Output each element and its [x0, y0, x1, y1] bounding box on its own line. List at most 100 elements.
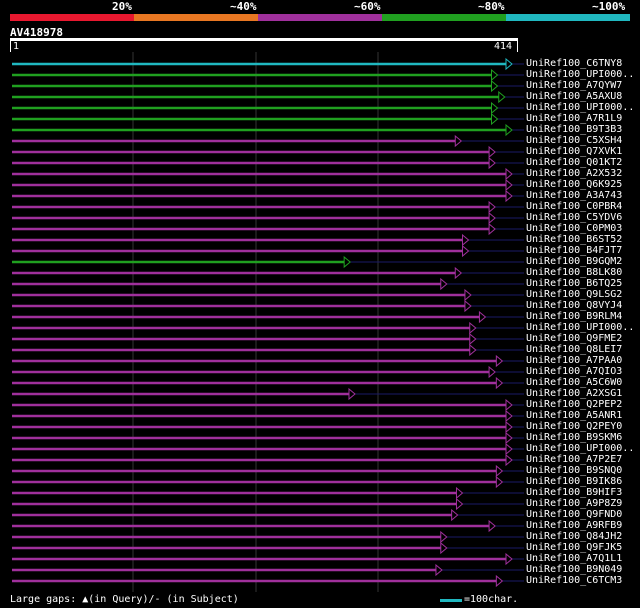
hit-arrowhead-icon	[469, 332, 477, 346]
scale-label-2: ~40%	[230, 0, 257, 13]
ruler-start-label: 1	[13, 41, 20, 52]
hit-arrowhead-icon	[495, 475, 504, 489]
ruler-end-tick	[517, 38, 518, 52]
hit-label[interactable]: UniRef100_Q7XVK1	[526, 146, 638, 157]
hit-arrowhead-icon	[469, 343, 477, 357]
hit-label[interactable]: UniRef100_Q9FJK5	[526, 542, 638, 553]
hit-label[interactable]: UniRef100_Q6K925	[526, 179, 638, 190]
hit-arrowhead-icon	[440, 541, 448, 555]
hit-label[interactable]: UniRef100_A7QIO3	[526, 366, 638, 377]
hit-label[interactable]: UniRef100_B8LK80	[526, 267, 638, 278]
hit-arrowhead-icon	[505, 409, 513, 423]
hit-arrowhead-icon	[505, 189, 513, 203]
hit-arrowhead-icon	[478, 310, 487, 324]
hit-label[interactable]: UniRef100_UPI000..	[526, 69, 638, 80]
hit-label[interactable]: UniRef100_C5YDV6	[526, 212, 638, 223]
hit-label[interactable]: UniRef100_B9SNQ0	[526, 465, 638, 476]
scale-segment-4	[382, 14, 506, 21]
hit-arrowhead-icon	[488, 222, 496, 236]
legend-scale-text: =100char.	[464, 594, 519, 605]
hit-label[interactable]: UniRef100_A7Q1L1	[526, 553, 638, 564]
scale-segment-5	[506, 14, 630, 21]
hit-label[interactable]: UniRef100_A7P2E7	[526, 454, 638, 465]
hit-arrowhead-icon	[505, 431, 513, 445]
hit-label[interactable]: UniRef100_B6TQ25	[526, 278, 638, 289]
hit-arrowhead-icon	[469, 321, 477, 335]
hit-arrowhead-icon	[488, 211, 496, 225]
hit-label[interactable]: UniRef100_Q01KT2	[526, 157, 638, 168]
hit-label[interactable]: UniRef100_C6TNY8	[526, 58, 638, 69]
hit-label[interactable]: UniRef100_A5ANR1	[526, 410, 638, 421]
hit-label[interactable]: UniRef100_B9GQM2	[526, 256, 638, 267]
hit-label[interactable]: UniRef100_C6TCM3	[526, 575, 638, 586]
legend-swatch	[440, 599, 462, 602]
hit-label[interactable]: UniRef100_B6ST52	[526, 234, 638, 245]
hit-arrowhead-icon	[491, 79, 499, 93]
hit-arrowhead-icon	[462, 244, 470, 258]
hit-arrowhead-icon	[348, 387, 356, 401]
hit-label[interactable]: UniRef100_C5XSH4	[526, 135, 638, 146]
hit-label[interactable]: UniRef100_Q9FND0	[526, 509, 638, 520]
hit-arrowhead-icon	[498, 90, 506, 104]
ruler-line	[10, 38, 518, 41]
hit-label[interactable]: UniRef100_B9T3B3	[526, 124, 638, 135]
hit-arrowhead-icon	[505, 398, 513, 412]
hit-arrowhead-icon	[435, 563, 443, 577]
hit-arrowhead-icon	[505, 178, 513, 192]
hit-label[interactable]: UniRef100_C0PM03	[526, 223, 638, 234]
hit-arrowhead-icon	[505, 420, 513, 434]
hit-label[interactable]: UniRef100_Q2PEP2	[526, 399, 638, 410]
scale-label-3: ~60%	[354, 0, 381, 13]
hit-label[interactable]: UniRef100_UPI000..	[526, 443, 638, 454]
hit-label[interactable]: UniRef100_A7QYW7	[526, 80, 638, 91]
hit-label[interactable]: UniRef100_Q8LEI7	[526, 344, 638, 355]
hit-label[interactable]: UniRef100_B4FJT7	[526, 245, 638, 256]
hit-label[interactable]: UniRef100_UPI000..	[526, 102, 638, 113]
hit-label[interactable]: UniRef100_B9N049	[526, 564, 638, 575]
hit-label[interactable]: UniRef100_B9HIF3	[526, 487, 638, 498]
hit-arrowhead-icon	[491, 68, 499, 82]
hit-arrowhead-icon	[488, 519, 496, 533]
hit-label[interactable]: UniRef100_A3A743	[526, 190, 638, 201]
hit-label[interactable]: UniRef100_A7PAA0	[526, 355, 638, 366]
hit-arrowhead-icon	[451, 508, 459, 522]
hit-label[interactable]: UniRef100_UPI000..	[526, 322, 638, 333]
hit-label[interactable]: UniRef100_B9SKM6	[526, 432, 638, 443]
hit-label[interactable]: UniRef100_C0PBR4	[526, 201, 638, 212]
hit-arrowhead-icon	[464, 299, 472, 313]
scale-label-1: 20%	[112, 0, 132, 13]
hit-arrowhead-icon	[462, 233, 470, 247]
hit-label[interactable]: UniRef100_A5C6W0	[526, 377, 638, 388]
hit-arrowhead-icon	[488, 156, 496, 170]
hit-label[interactable]: UniRef100_Q9LSG2	[526, 289, 638, 300]
scale-label-4: ~80%	[478, 0, 505, 13]
hit-arrowhead-icon	[455, 497, 464, 511]
hit-label[interactable]: UniRef100_Q9FME2	[526, 333, 638, 344]
hit-label[interactable]: UniRef100_B9RLM4	[526, 311, 638, 322]
hit-arrowhead-icon	[488, 145, 496, 159]
ruler-end-label: 414	[493, 41, 512, 52]
hit-label[interactable]: UniRef100_Q84JH2	[526, 531, 638, 542]
hit-arrowhead-icon	[505, 453, 513, 467]
hit-arrowhead-icon	[454, 266, 463, 280]
scale-percent-labels: 20% ~40% ~60% ~80% ~100%	[0, 0, 640, 13]
query-ruler: 1 414	[10, 38, 518, 52]
hit-label[interactable]: UniRef100_A5AXU8	[526, 91, 638, 102]
hit-arrowhead-icon	[455, 486, 464, 500]
hit-arrowhead-icon	[505, 552, 513, 566]
hit-arrowhead-icon	[343, 255, 351, 269]
hit-arrowhead-icon	[464, 288, 472, 302]
hit-arrowhead-icon	[488, 365, 496, 379]
hit-arrowhead-icon	[495, 464, 504, 478]
hit-label[interactable]: UniRef100_A2X532	[526, 168, 638, 179]
footer-legend: Large gaps: ▲(in Query)/- (in Subject) =…	[0, 593, 640, 607]
hit-label[interactable]: UniRef100_A9P8Z9	[526, 498, 638, 509]
hit-label[interactable]: UniRef100_A9RFB9	[526, 520, 638, 531]
hit-arrowhead-icon	[505, 167, 513, 181]
hit-label[interactable]: UniRef100_B9IK86	[526, 476, 638, 487]
hit-label[interactable]: UniRef100_Q8VYJ4	[526, 300, 638, 311]
hit-label[interactable]: UniRef100_A7R1L9	[526, 113, 638, 124]
hit-arrowhead-icon	[505, 442, 513, 456]
hit-label[interactable]: UniRef100_A2XSG1	[526, 388, 638, 399]
hit-label[interactable]: UniRef100_Q2PEY0	[526, 421, 638, 432]
